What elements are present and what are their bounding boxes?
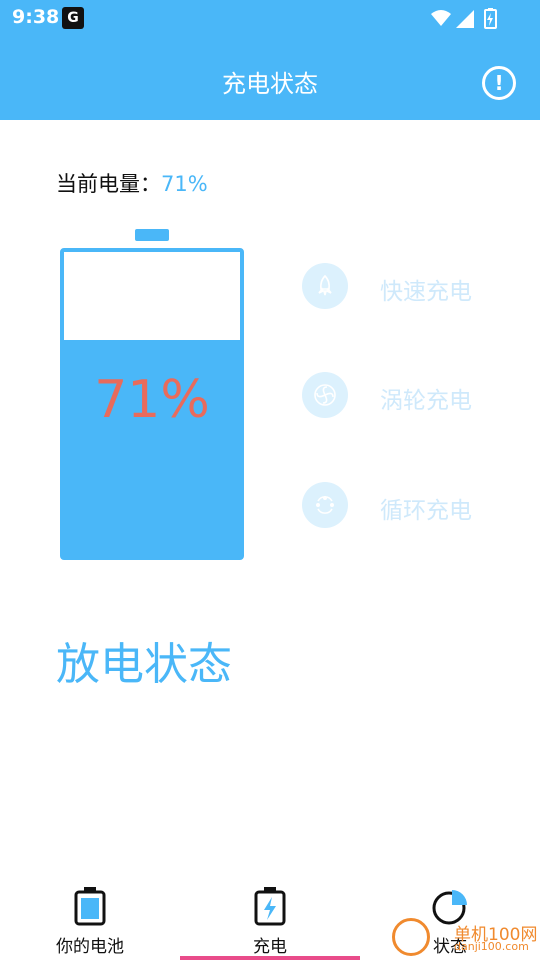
discharge-status-title[interactable]: 放电状态 [56, 628, 232, 692]
cell-signal-icon [456, 10, 474, 28]
watermark-subtext: danji100.com [454, 940, 529, 953]
system-status-icons [431, 8, 497, 29]
info-button[interactable]: ! [482, 66, 516, 100]
nav-item-charging[interactable]: 充电 [180, 880, 360, 960]
current-level-label: 当前电量： [56, 172, 161, 196]
mode-label: 涡轮充电 [380, 388, 472, 414]
nav-item-your-battery[interactable]: 你的电池 [0, 880, 180, 960]
status-bar: 9:38 G [0, 0, 540, 38]
battery-icon [74, 887, 106, 926]
charging-icon [254, 887, 286, 926]
mode-turbo-charge[interactable]: 涡轮充电 [302, 372, 502, 418]
active-tab-indicator [180, 956, 360, 960]
battery-percent-text: 71% [94, 370, 210, 430]
app-header: 9:38 G 充电状态 ! [0, 0, 540, 120]
current-level: 当前电量：71% [56, 168, 208, 198]
notification-icon: G [62, 7, 84, 29]
watermark-logo [392, 918, 430, 956]
mode-fast-charge[interactable]: 快速充电 [302, 263, 502, 309]
turbine-icon [302, 372, 348, 418]
nav-label: 你的电池 [56, 937, 124, 957]
mode-label: 循环充电 [380, 498, 472, 524]
battery-gauge: 71% [60, 248, 244, 560]
rocket-icon [302, 263, 348, 309]
status-time: 9:38 [12, 6, 60, 28]
cycle-icon [302, 482, 348, 528]
current-level-value: 71% [161, 172, 208, 196]
nav-label: 充电 [253, 937, 287, 957]
mode-cycle-charge[interactable]: 循环充电 [302, 482, 502, 528]
watermark: 单机100网 danji100.com [392, 914, 540, 960]
mode-label: 快速充电 [380, 279, 472, 305]
wifi-icon [431, 10, 451, 26]
page-title: 充电状态 [222, 70, 318, 98]
battery-cap [135, 229, 169, 241]
